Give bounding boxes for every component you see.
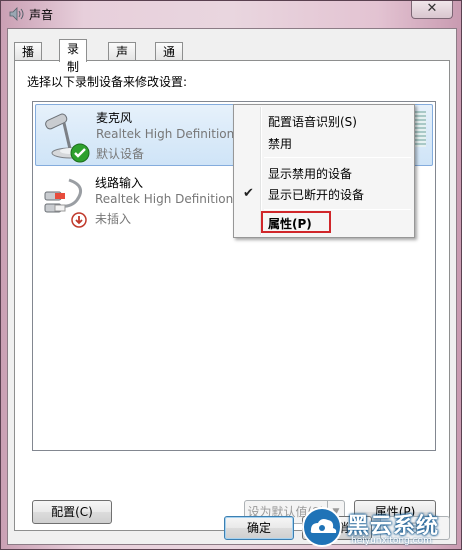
tab-recording[interactable]: 录制 — [59, 39, 88, 74]
close-icon: ✕ — [426, 1, 438, 16]
window-title: 声音 — [29, 8, 54, 22]
device-name: 线路输入 — [95, 176, 144, 190]
check-icon: ✔ — [243, 186, 254, 201]
instruction-text: 选择以下录制设备来修改设置: — [27, 75, 188, 89]
device-name: 麦克风 — [96, 111, 133, 125]
menu-item-configure-speech[interactable]: 配置语音识别(S) — [268, 113, 357, 130]
device-status: 未插入 — [95, 212, 132, 226]
menu-item-show-disconnected[interactable]: 显示已断开的设备 — [268, 186, 364, 203]
title-bar[interactable]: 声音 ✕ — [1, 1, 461, 27]
ok-button[interactable]: 确定 — [224, 516, 294, 540]
check-badge-icon — [70, 143, 90, 163]
level-meter — [414, 111, 426, 147]
cloud-logo-icon — [302, 507, 342, 547]
menu-separator — [264, 157, 411, 158]
tab-playback[interactable]: 播放 — [14, 42, 43, 77]
tab-communications[interactable]: 通信 — [155, 42, 184, 77]
watermark-url: heiyunxitong.com — [351, 536, 432, 546]
red-highlight-box — [261, 211, 331, 233]
tab-sounds[interactable]: 声音 — [108, 42, 137, 77]
context-menu: 配置语音识别(S) 禁用 显示禁用的设备 ✔ 显示已断开的设备 属性(P) — [233, 104, 415, 238]
speaker-icon — [9, 7, 24, 21]
close-button[interactable]: ✕ — [411, 1, 453, 19]
unplugged-badge-icon — [71, 212, 87, 228]
watermark: 黑云系统 heiyunxitong.com — [301, 506, 461, 548]
configure-button[interactable]: 配置(C) — [32, 500, 112, 524]
sound-dialog-window: 声音 ✕ 播放 录制 声音 通信 选择以下录制设备来修改设置: — [0, 0, 462, 550]
menu-item-disable[interactable]: 禁用 — [268, 135, 292, 152]
device-description: Realtek High Definition Au — [96, 127, 254, 141]
device-status: 默认设备 — [96, 147, 145, 161]
menu-separator — [264, 209, 411, 210]
menu-item-show-disabled[interactable]: 显示禁用的设备 — [268, 165, 352, 182]
